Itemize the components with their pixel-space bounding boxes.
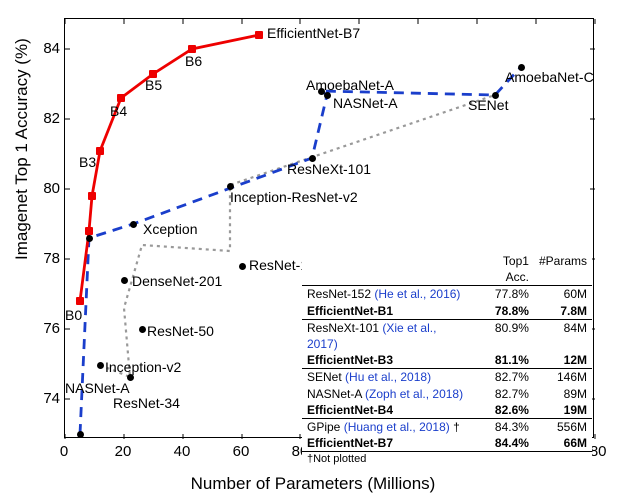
point-eff-b0 xyxy=(76,297,84,305)
table-row: EfficientNet-B784.4%66M xyxy=(302,435,592,452)
ytick-74: 74 xyxy=(20,390,60,407)
table-row: NASNet-A (Zoph et al., 2018)82.7%89M xyxy=(302,386,592,402)
label-densenet201: DenseNet-201 xyxy=(132,273,222,289)
label-amoebaa: AmoebaNet-A xyxy=(306,77,394,93)
point-blue-8 xyxy=(86,235,93,242)
point-eff-b3 xyxy=(96,147,104,155)
x-axis-label: Number of Parameters (Millions) xyxy=(0,474,626,494)
point-densenet201 xyxy=(121,277,128,284)
label-b0: B0 xyxy=(65,307,82,323)
label-b3: B3 xyxy=(79,154,96,170)
ytick-78: 78 xyxy=(20,250,60,267)
table-row: SENet (Hu et al., 2018)82.7%146M xyxy=(302,369,592,386)
point-inceptionv2 xyxy=(97,362,104,369)
label-xception: Xception xyxy=(143,221,197,237)
table-row: ResNet-152 (He et al., 2016)77.8%60M xyxy=(302,286,592,303)
table-row: EfficientNet-B482.6%19M xyxy=(302,402,592,419)
point-xception xyxy=(130,221,137,228)
point-resnet152 xyxy=(239,263,246,270)
series-red-line xyxy=(80,35,259,301)
label-nasneta-small: NASNet-A xyxy=(65,380,130,396)
label-b4: B4 xyxy=(110,103,127,119)
ytick-84: 84 xyxy=(20,40,60,57)
label-senet: SENet xyxy=(468,97,508,113)
point-eff-b7 xyxy=(255,31,263,39)
xtick-40: 40 xyxy=(162,443,202,460)
label-inceptionv2: Inception-v2 xyxy=(105,359,181,375)
table-row: ResNeXt-101 (Xie et al., 2017)80.9%84M xyxy=(302,319,592,352)
label-resnext101: ResNeXt-101 xyxy=(287,161,371,177)
label-b6: B6 xyxy=(185,53,202,69)
table-header-acc: Top1 Acc. xyxy=(473,253,534,286)
point-eff-b6 xyxy=(188,45,196,53)
point-eff-b1 xyxy=(85,227,93,235)
table-row: EfficientNet-B178.8%7.8M xyxy=(302,303,592,320)
label-amoebac: AmoebaNet-C xyxy=(505,69,594,85)
point-eff-b4 xyxy=(117,94,125,102)
table-row: EfficientNet-B381.1%12M xyxy=(302,352,592,369)
xtick-20: 20 xyxy=(103,443,143,460)
label-resnet50: ResNet-50 xyxy=(147,323,214,339)
point-nasneta-small xyxy=(77,431,84,438)
table-header-params: #Params xyxy=(534,253,592,286)
plot-area: B0 B3 B4 B5 B6 EfficientNet-B7 AmoebaNet… xyxy=(64,18,594,438)
label-b5: B5 xyxy=(145,77,162,93)
results-table: Top1 Acc. #Params ResNet-152 (He et al.,… xyxy=(302,253,592,467)
xtick-0: 0 xyxy=(44,443,84,460)
point-eff-b2 xyxy=(88,192,96,200)
point-resnet50 xyxy=(139,326,146,333)
y-axis-label: Imagenet Top 1 Accuracy (%) xyxy=(12,38,32,260)
label-incresv2: Inception-ResNet-v2 xyxy=(230,189,358,205)
ytick-82: 82 xyxy=(20,110,60,127)
table-footnote: †Not plotted xyxy=(302,452,592,467)
table-row: GPipe (Huang et al., 2018) †84.3%556M xyxy=(302,418,592,435)
label-nasneta-big: NASNet-A xyxy=(333,95,398,111)
label-b7: EfficientNet-B7 xyxy=(267,25,360,41)
label-resnet34: ResNet-34 xyxy=(113,395,180,411)
ytick-76: 76 xyxy=(20,320,60,337)
ytick-80: 80 xyxy=(20,180,60,197)
xtick-60: 60 xyxy=(221,443,261,460)
